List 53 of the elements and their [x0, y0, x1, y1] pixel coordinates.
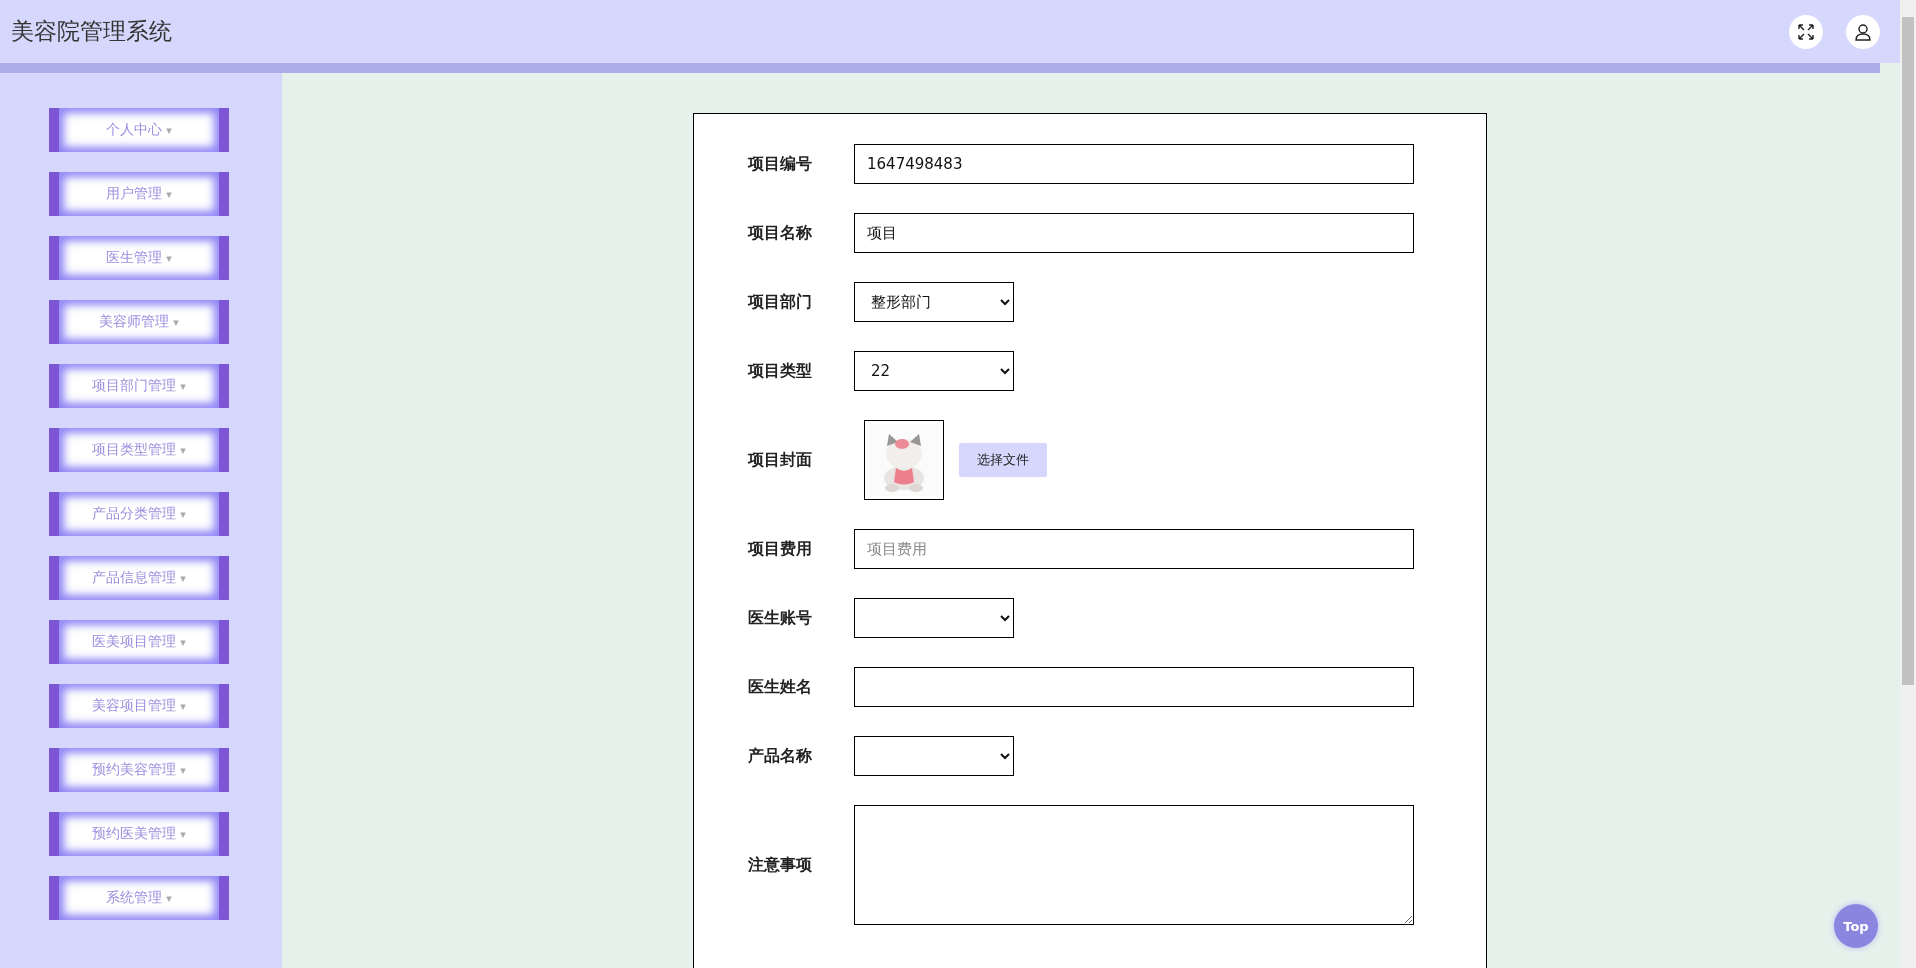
- select-field[interactable]: 整形部门: [854, 282, 1014, 322]
- text-field[interactable]: [854, 667, 1414, 707]
- sidebar-item[interactable]: 美容师管理 ▾: [49, 300, 229, 344]
- caret-icon: ▾: [180, 827, 186, 841]
- caret-icon: ▾: [180, 443, 186, 457]
- user-icon: [1854, 22, 1872, 41]
- choose-file-button[interactable]: 选择文件: [959, 443, 1047, 477]
- caret-icon: ▾: [166, 123, 172, 137]
- sidebar-item[interactable]: 产品信息管理 ▾: [49, 556, 229, 600]
- field-label: 项目类型: [748, 360, 813, 382]
- caret-icon: ▾: [180, 379, 186, 393]
- select-field[interactable]: 22: [854, 351, 1014, 391]
- back-to-top-button[interactable]: Top: [1834, 904, 1878, 948]
- text-area[interactable]: [854, 805, 1414, 925]
- field-label: 项目编号: [748, 153, 813, 175]
- field-label: 医生账号: [748, 607, 813, 629]
- text-field[interactable]: 项目费用: [854, 529, 1414, 569]
- caret-icon: ▾: [166, 891, 172, 905]
- fullscreen-button[interactable]: [1789, 14, 1823, 49]
- sidebar-item[interactable]: 用户管理 ▾: [49, 172, 229, 216]
- caret-icon: ▾: [180, 699, 186, 713]
- caret-icon: ▾: [180, 763, 186, 777]
- sidebar-item[interactable]: 产品分类管理 ▾: [49, 492, 229, 536]
- caret-icon: ▾: [180, 507, 186, 521]
- field-label: 医生姓名: [748, 676, 813, 698]
- sidebar-item[interactable]: 医生管理 ▾: [49, 236, 229, 280]
- expand-icon: [1797, 22, 1815, 41]
- sidebar-item[interactable]: 预约医美管理 ▾: [49, 812, 229, 856]
- text-field[interactable]: 项目: [854, 213, 1414, 253]
- text-field[interactable]: 1647498483: [854, 144, 1414, 184]
- sidebar-item[interactable]: 项目类型管理 ▾: [49, 428, 229, 472]
- field-label: 项目部门: [748, 291, 813, 313]
- caret-icon: ▾: [166, 187, 172, 201]
- sidebar-item[interactable]: 项目部门管理 ▾: [49, 364, 229, 408]
- sidebar-item[interactable]: 系统管理 ▾: [49, 876, 229, 920]
- caret-icon: ▾: [173, 315, 179, 329]
- caret-icon: ▾: [166, 251, 172, 265]
- user-button[interactable]: [1846, 14, 1880, 49]
- scrollbar[interactable]: [1900, 0, 1916, 968]
- field-label: 项目名称: [748, 222, 813, 244]
- field-label: 产品名称: [748, 745, 813, 767]
- field-label: 注意事项: [748, 854, 813, 876]
- sidebar-item[interactable]: 美容项目管理 ▾: [49, 684, 229, 728]
- app-title: 美容院管理系统: [11, 17, 173, 46]
- sidebar-item[interactable]: 个人中心 ▾: [49, 108, 229, 152]
- sidebar-item[interactable]: 医美项目管理 ▾: [49, 620, 229, 664]
- select-field[interactable]: [854, 736, 1014, 776]
- caret-icon: ▾: [180, 571, 186, 585]
- field-label: 项目费用: [748, 538, 813, 560]
- sidebar-item[interactable]: 预约美容管理 ▾: [49, 748, 229, 792]
- select-field[interactable]: [854, 598, 1014, 638]
- caret-icon: ▾: [180, 635, 186, 649]
- field-label: 项目封面: [748, 449, 813, 471]
